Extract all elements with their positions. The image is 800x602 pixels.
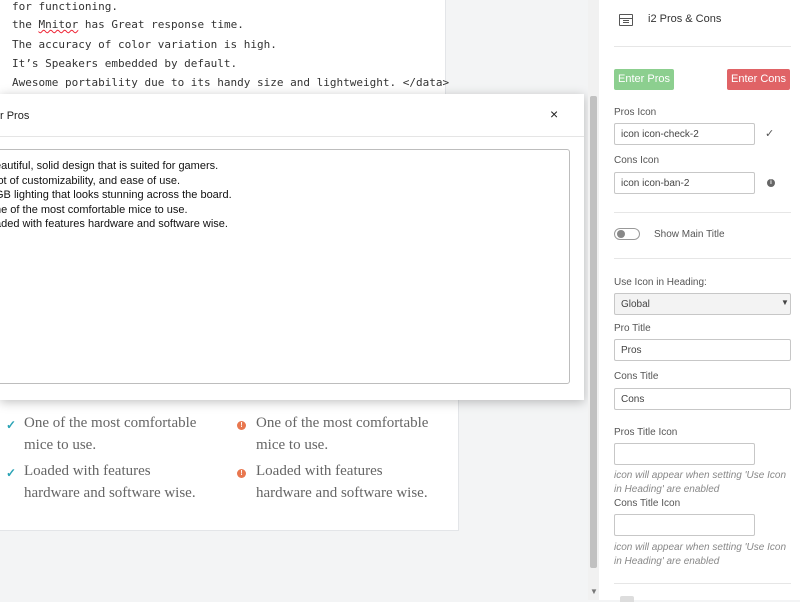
pros-item-line: mice to use. xyxy=(24,437,97,453)
pro-title-input[interactable]: Pros xyxy=(614,339,791,361)
pros-icon-input[interactable]: icon icon-check-2 xyxy=(614,123,755,145)
scroll-down-icon[interactable]: ▼ xyxy=(590,587,598,596)
code-line: The accuracy of color variation is high. xyxy=(12,38,277,51)
textarea-line: ne of the most comfortable mice to use. xyxy=(0,204,188,216)
textarea-line: lot of customizability, and ease of use. xyxy=(0,175,181,187)
cons-item-line: mice to use. xyxy=(256,437,329,453)
code-line: for functioning. xyxy=(12,0,118,13)
cons-icon-input[interactable]: icon icon-ban-2 xyxy=(614,172,755,194)
pros-cons-preview: stunning across the board. stunning acro… xyxy=(0,380,459,531)
cons-item-line: hardware and software wise. xyxy=(256,485,428,501)
check-icon: ✓ xyxy=(765,128,775,140)
pros-item-line: One of the most comfortable xyxy=(24,415,197,431)
pros-textarea[interactable]: eautiful, solid design that is suited fo… xyxy=(0,149,570,384)
scrollbar-thumb[interactable] xyxy=(590,96,597,568)
divider xyxy=(614,212,791,213)
misspelled-word: Mnitor xyxy=(38,18,79,31)
close-icon[interactable]: × xyxy=(550,106,558,122)
check-icon: ✓ xyxy=(6,466,17,480)
pros-title-icon-input[interactable] xyxy=(614,443,755,465)
pros-title-icon-hint: icon will appear when setting 'Use Icon … xyxy=(614,469,786,497)
pros-item: One of the most comfortable mice to use. xyxy=(24,412,196,456)
code-line: Awesome portability due to its handy siz… xyxy=(12,76,450,89)
divider xyxy=(614,583,791,584)
show-main-title-toggle[interactable] xyxy=(614,228,640,240)
pros-icon-label: Pros Icon xyxy=(614,107,657,118)
cons-title-icon-hint: icon will appear when setting 'Use Icon … xyxy=(614,541,786,569)
divider xyxy=(614,46,791,47)
hint-line: in Heading' are enabled xyxy=(614,484,720,495)
code-text: has Great response time. xyxy=(78,18,244,31)
cons-title-label: Cons Title xyxy=(614,371,659,382)
cons-icon-label: Cons Icon xyxy=(614,155,660,166)
pros-title-icon-label: Pros Title Icon xyxy=(614,427,678,438)
textarea-line: eautiful, solid design that is suited fo… xyxy=(0,160,219,172)
panel-heading: i2 Pros & Cons xyxy=(648,13,722,25)
collapsed-panel-toggle[interactable] xyxy=(620,596,634,602)
block-icon xyxy=(619,14,633,26)
modal-title: r Pros xyxy=(0,110,30,122)
code-block[interactable]: for functioning. the Mnitor has Great re… xyxy=(0,0,450,96)
hint-line: in Heading' are enabled xyxy=(614,556,720,567)
code-line: the Mnitor has Great response time. xyxy=(12,18,244,31)
pro-title-label: Pro Title xyxy=(614,323,651,334)
cons-title-input[interactable]: Cons xyxy=(614,388,791,410)
pros-item: Loaded with features hardware and softwa… xyxy=(24,460,196,504)
use-icon-select[interactable]: Global xyxy=(614,293,791,315)
toggle-knob xyxy=(617,230,625,238)
textarea-line: aded with features hardware and software… xyxy=(0,218,228,230)
cons-title-icon-label: Cons Title Icon xyxy=(614,498,681,509)
hint-line: icon will appear when setting 'Use Icon xyxy=(614,542,787,553)
enter-cons-button[interactable]: Enter Cons xyxy=(727,69,790,90)
info-icon: i xyxy=(767,179,775,187)
hint-line: icon will appear when setting 'Use Icon xyxy=(614,470,787,481)
warning-icon: ! xyxy=(237,469,246,478)
enter-pros-button[interactable]: Enter Pros xyxy=(614,69,674,90)
cons-item-line: Loaded with features xyxy=(256,463,383,479)
use-icon-label: Use Icon in Heading: xyxy=(614,277,707,288)
cons-item-line: One of the most comfortable xyxy=(256,415,429,431)
editor-canvas: for functioning. the Mnitor has Great re… xyxy=(0,0,588,600)
textarea-line: GB lighting that looks stunning across t… xyxy=(0,189,232,201)
check-icon: ✓ xyxy=(6,418,17,432)
cons-title-icon-input[interactable] xyxy=(614,514,755,536)
code-line: It’s Speakers embedded by default. xyxy=(12,57,238,70)
divider xyxy=(614,258,791,259)
modal-header: r Pros × xyxy=(0,94,584,137)
warning-icon: ! xyxy=(237,421,246,430)
chevron-down-icon: ▼ xyxy=(781,298,789,307)
pros-item-line: hardware and software wise. xyxy=(24,485,196,501)
settings-panel: i2 Pros & Cons Enter Pros Enter Cons Pro… xyxy=(599,0,800,600)
cons-item: Loaded with features hardware and softwa… xyxy=(256,460,428,504)
pros-item-line: Loaded with features xyxy=(24,463,151,479)
code-text: the xyxy=(12,18,39,31)
show-main-title-label: Show Main Title xyxy=(654,229,725,240)
enter-pros-modal: r Pros × eautiful, solid design that is … xyxy=(0,94,584,400)
cons-item: One of the most comfortable mice to use. xyxy=(256,412,428,456)
